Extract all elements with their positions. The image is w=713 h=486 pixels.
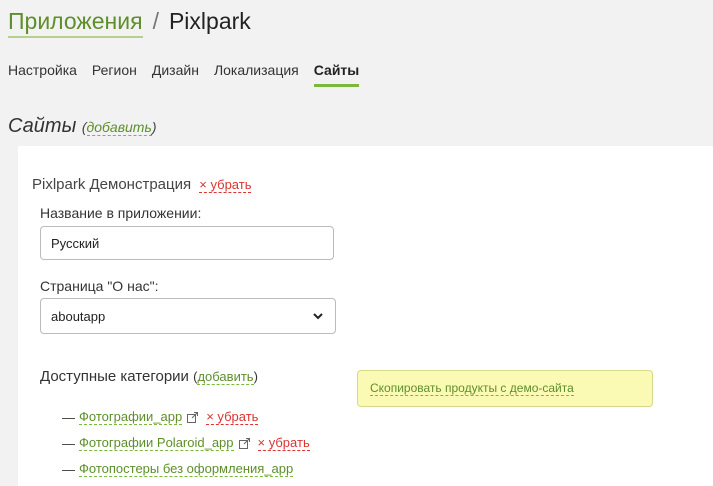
add-category-link[interactable]: добавить xyxy=(197,369,254,385)
list-item: — Фотографии Polaroid_app × убрать xyxy=(62,430,310,456)
about-page-select[interactable]: aboutapp xyxy=(40,298,336,334)
page-title: Pixlpark xyxy=(168,8,251,34)
list-item: — Фотографии_app × убрать xyxy=(62,404,310,430)
list-dash: — xyxy=(62,435,75,451)
about-page-label: Страница "О нас": xyxy=(40,278,159,294)
app-name-input[interactable]: Русский xyxy=(40,226,334,260)
app-name-label: Название в приложении: xyxy=(40,205,202,221)
external-link-icon[interactable] xyxy=(238,437,250,449)
list-dash: — xyxy=(62,461,75,477)
section-title: Сайты (добавить) xyxy=(8,115,157,138)
copy-demo-box: Скопировать продукты с демо-сайта xyxy=(357,370,653,407)
chevron-down-icon xyxy=(313,313,323,320)
category-link[interactable]: Фотопостеры без оформления_app xyxy=(79,461,294,477)
breadcrumb-separator: / xyxy=(152,8,159,34)
page-header: Приложения / Pixlpark xyxy=(8,8,251,40)
external-link-icon[interactable] xyxy=(187,411,199,423)
tab-region[interactable]: Регион xyxy=(92,62,137,87)
remove-site-link[interactable]: × убрать xyxy=(199,177,252,193)
apps-breadcrumb-link[interactable]: Приложения xyxy=(8,8,143,38)
section-title-text: Сайты xyxy=(8,115,77,137)
remove-category-link[interactable]: × убрать xyxy=(206,409,259,425)
site-name: Pixlpark Демонстрация xyxy=(32,176,192,193)
categories-list: — Фотографии_app × убрать — Фотографии P… xyxy=(62,404,310,482)
list-item: — Фотопостеры без оформления_app xyxy=(62,456,310,482)
site-card: Pixlpark Демонстрация × убрать Название … xyxy=(18,146,713,486)
tab-settings[interactable]: Настройка xyxy=(8,62,77,87)
category-link[interactable]: Фотографии Polaroid_app xyxy=(79,435,234,451)
section-add-wrap: (добавить) xyxy=(81,119,157,136)
tab-sites[interactable]: Сайты xyxy=(313,62,360,87)
add-site-link[interactable]: добавить xyxy=(86,119,152,136)
site-name-row: Pixlpark Демонстрация × убрать xyxy=(32,176,252,193)
about-page-select-value: aboutapp xyxy=(51,308,106,324)
copy-demo-products-link[interactable]: Скопировать продукты с демо-сайта xyxy=(370,381,574,396)
categories-title: Доступные категории xyxy=(40,368,189,385)
category-link[interactable]: Фотографии_app xyxy=(79,409,183,425)
settings-tabs: Настройка Регион Дизайн Локализация Сайт… xyxy=(8,62,360,87)
categories-add-wrap: (добавить) xyxy=(193,369,258,385)
tab-design[interactable]: Дизайн xyxy=(152,62,199,87)
list-dash: — xyxy=(62,409,75,425)
tab-localization[interactable]: Локализация xyxy=(214,62,299,87)
remove-category-link[interactable]: × убрать xyxy=(257,435,310,451)
categories-title-row: Доступные категории (добавить) xyxy=(40,368,258,385)
